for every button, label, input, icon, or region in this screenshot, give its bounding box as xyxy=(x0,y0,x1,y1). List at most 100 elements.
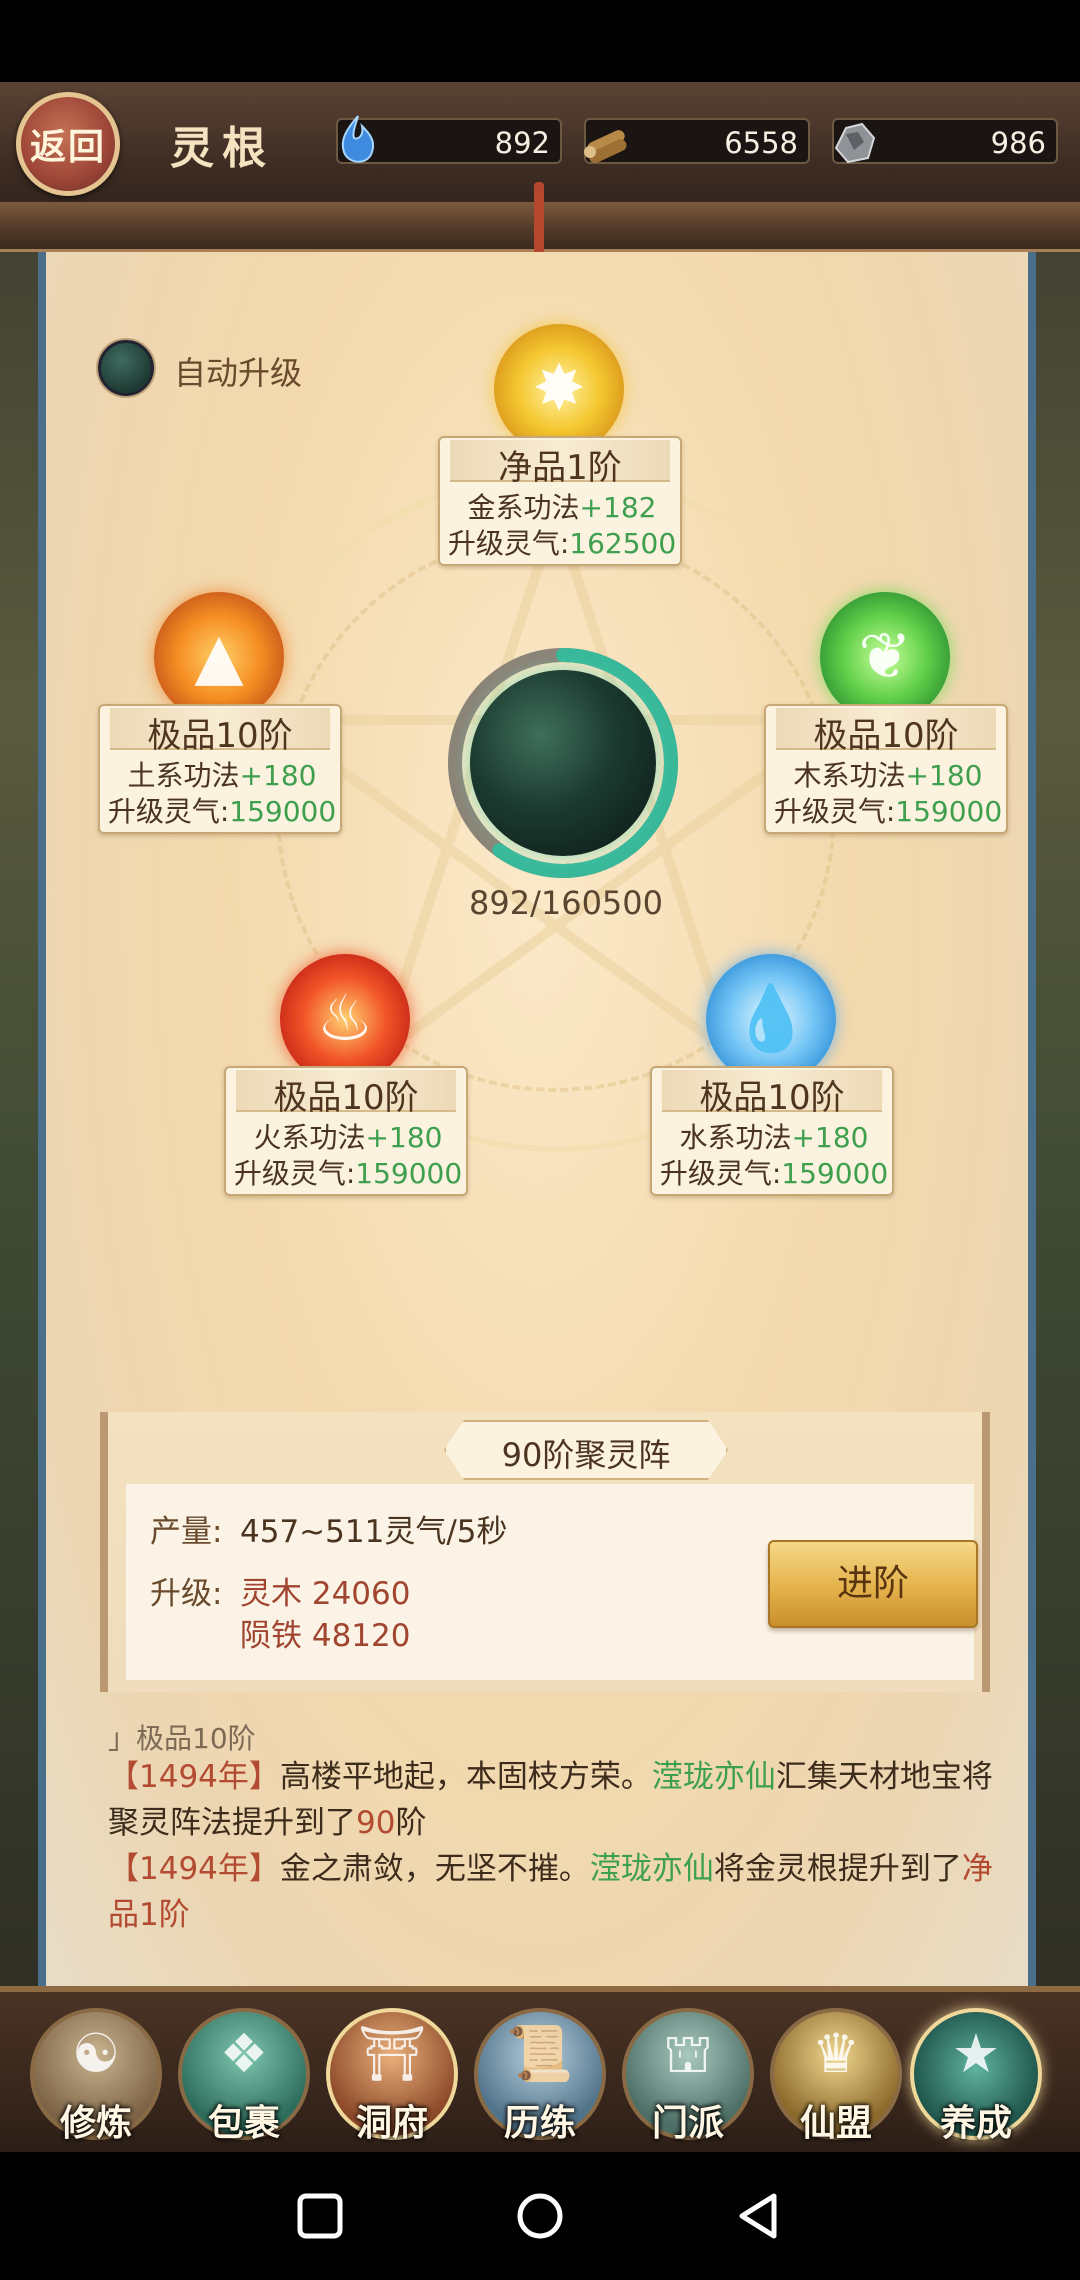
earth-cost-label: 升级灵气: xyxy=(107,795,230,828)
event-log: 」极品10阶 【1494年】高楼平地起，本固枝方荣。滢珑亦仙汇集天材地宝将聚灵阵… xyxy=(108,1724,1008,1938)
earth-cost-line: 升级灵气:159000 xyxy=(100,790,344,830)
cave-dwelling-glyph: ⛩ xyxy=(357,2022,427,2085)
tassel-decoration xyxy=(534,182,544,262)
earth-element-icon: ▲ xyxy=(154,592,284,722)
cultivator-glyph: ☯ xyxy=(71,2022,121,2085)
water-grade: 极品10阶 xyxy=(662,1070,882,1118)
advance-button[interactable]: 进阶 xyxy=(768,1540,978,1628)
page-title: 灵根 xyxy=(170,123,274,174)
log-year: 【1494年】 xyxy=(108,1851,280,1887)
upgrade-cost-label: 升级: xyxy=(150,1576,223,1612)
nav-bag[interactable]: ❖ 包裹 xyxy=(178,2008,310,2148)
auto-upgrade-label: 自动升级 xyxy=(174,354,303,392)
resource-spirit-energy: 892 xyxy=(336,115,562,164)
mountain-glyph: ▲ xyxy=(194,620,244,694)
nav-label: 历练 xyxy=(503,2102,576,2144)
nav-label: 洞府 xyxy=(355,2102,428,2144)
fire-grade: 极品10阶 xyxy=(236,1070,456,1118)
log-text: 将金灵根提升到了 xyxy=(713,1851,962,1887)
spirit-core[interactable] xyxy=(448,648,678,878)
spirit-wood-icon xyxy=(584,130,627,164)
nav-label: 门派 xyxy=(651,2102,724,2144)
fire-cost-line: 升级灵气:159000 xyxy=(226,1152,470,1192)
wood-card: 极品10阶 木系功法+180 升级灵气:159000 xyxy=(764,704,1008,834)
nav-alliance[interactable]: ♛ 仙盟 xyxy=(770,2008,902,2148)
log-faded-line: 」极品10阶 xyxy=(108,1724,256,1754)
earth-grade: 极品10阶 xyxy=(110,708,330,756)
nav-nurture[interactable]: ★ 养成 xyxy=(910,2008,1042,2148)
nav-label: 包裹 xyxy=(207,2102,280,2144)
back-button[interactable]: 返回 xyxy=(16,92,120,196)
spirit-array-title: 90阶聚灵阵 xyxy=(501,1436,671,1474)
system-nav-bar xyxy=(0,2152,1080,2280)
flame-glyph: ♨ xyxy=(316,982,374,1056)
water-card: 极品10阶 水系功法+180 升级灵气:159000 xyxy=(650,1066,894,1196)
auto-upgrade-toggle[interactable] xyxy=(98,340,154,396)
resource-spirit-wood-value: 6558 xyxy=(724,126,798,160)
metal-element-icon: ✸ xyxy=(494,324,624,454)
spirit-energy-icon xyxy=(341,115,374,163)
wood-cost-label: 升级灵气: xyxy=(773,795,896,828)
recent-apps-icon[interactable] xyxy=(286,2182,354,2250)
home-icon[interactable] xyxy=(506,2182,574,2250)
sun-star-glyph: ✸ xyxy=(532,352,586,426)
metal-cost-label: 升级灵气: xyxy=(447,527,570,560)
resource-spirit-energy-value: 892 xyxy=(494,126,550,160)
nav-training[interactable]: 📜 历练 xyxy=(474,2008,606,2148)
log-highlight: 90 xyxy=(356,1805,396,1841)
nav-label: 仙盟 xyxy=(799,2102,872,2144)
nav-sect[interactable]: ⛫ 门派 xyxy=(622,2008,754,2148)
output-label: 产量: xyxy=(150,1514,223,1550)
sect-gate-glyph: ⛫ xyxy=(663,2022,713,2085)
metal-grade: 净品1阶 xyxy=(450,440,670,488)
scroll-glyph: 📜 xyxy=(506,2022,574,2085)
leaf-glyph: ❦ xyxy=(858,620,912,694)
earth-skill-line: 土系功法+180 xyxy=(100,754,344,794)
nav-cave-dwelling[interactable]: ⛩ 洞府 xyxy=(326,2008,458,2148)
wood-element-icon: ❦ xyxy=(820,592,950,722)
wood-cost-line: 升级灵气:159000 xyxy=(766,790,1010,830)
water-drop-glyph: 💧 xyxy=(731,982,811,1056)
water-element-icon: 💧 xyxy=(706,954,836,1084)
earth-skill: 土系功法 xyxy=(127,759,240,792)
earth-card: 极品10阶 土系功法+180 升级灵气:159000 xyxy=(98,704,342,834)
water-skill: 水系功法 xyxy=(679,1121,792,1154)
log-text: 金之肃敛，无坚不摧。 xyxy=(279,1851,590,1887)
metal-cost: 162500 xyxy=(569,527,677,560)
fire-card: 极品10阶 火系功法+180 升级灵气:159000 xyxy=(224,1066,468,1196)
meteor-iron-icon xyxy=(834,122,876,164)
nav-label: 修炼 xyxy=(59,2102,132,2144)
resource-meteor-iron-value: 986 xyxy=(990,126,1046,160)
output-value: 457~511灵气/5秒 xyxy=(240,1514,508,1550)
spirit-core-progress-text: 892/160500 xyxy=(468,884,663,922)
metal-card: 净品1阶 金系功法+182 升级灵气:162500 xyxy=(438,436,682,566)
bottom-nav: ☯ 修炼 ❖ 包裹 ⛩ 洞府 📜 历练 ⛫ 门派 ♛ 仙盟 ★ 养成 xyxy=(0,1986,1080,2152)
fire-skill-line: 火系功法+180 xyxy=(226,1116,470,1156)
crown-glyph: ♛ xyxy=(811,2022,861,2085)
nav-label: 养成 xyxy=(939,2102,1012,2144)
spirit-core-orb xyxy=(470,670,656,856)
earth-cost: 159000 xyxy=(229,795,337,828)
log-player-name[interactable]: 滢珑亦仙 xyxy=(590,1851,714,1887)
pentagram-glyph: ★ xyxy=(951,2022,1001,2085)
resource-meteor-iron: 986 xyxy=(832,118,1058,164)
log-player-name[interactable]: 滢珑亦仙 xyxy=(652,1759,776,1795)
water-cost-line: 升级灵气:159000 xyxy=(652,1152,896,1192)
upgrade-cost-iron: 陨铁 48120 xyxy=(240,1618,411,1654)
resource-spirit-wood: 6558 xyxy=(584,118,810,164)
upgrade-cost-wood: 灵木 24060 xyxy=(240,1576,411,1612)
water-bonus: +180 xyxy=(791,1121,869,1154)
log-text: 阶 xyxy=(395,1805,427,1841)
wood-skill-line: 木系功法+180 xyxy=(766,754,1010,794)
metal-cost-line: 升级灵气:162500 xyxy=(440,522,684,562)
bag-glyph: ❖ xyxy=(219,2022,269,2085)
back-icon[interactable] xyxy=(726,2182,794,2250)
wood-grade: 极品10阶 xyxy=(776,708,996,756)
nav-cultivate[interactable]: ☯ 修炼 xyxy=(30,2008,162,2148)
fire-bonus: +180 xyxy=(365,1121,443,1154)
wood-skill: 木系功法 xyxy=(793,759,906,792)
water-skill-line: 水系功法+180 xyxy=(652,1116,896,1156)
fire-element-icon: ♨ xyxy=(280,954,410,1084)
water-cost: 159000 xyxy=(781,1157,889,1190)
fire-cost: 159000 xyxy=(355,1157,463,1190)
